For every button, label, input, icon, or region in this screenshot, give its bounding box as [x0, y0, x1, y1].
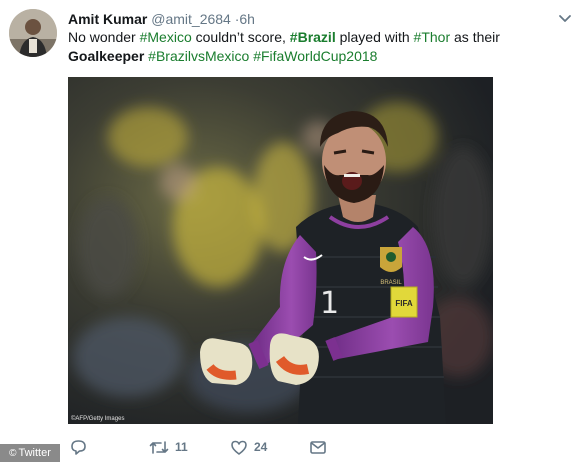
left-glove	[200, 338, 253, 385]
tweet-timestamp[interactable]: ·6h	[235, 11, 255, 27]
twitter-watermark: © Twitter	[0, 444, 60, 462]
text-fragment: played with	[335, 29, 414, 45]
hashtag-mexico[interactable]: #Mexico	[140, 29, 192, 45]
copyright-symbol: ©	[9, 447, 17, 459]
fifa-patch: FIFA	[390, 286, 418, 318]
watermark-label: Twitter	[18, 447, 51, 459]
goalkeeper-photo: BRASIL 1 FIFA	[68, 77, 493, 424]
like-count: 24	[254, 440, 268, 454]
retweet-button[interactable]: 11	[149, 436, 188, 458]
image-credit: ©AFP/Getty Images	[71, 416, 125, 422]
hashtag-brazil[interactable]: #Brazil	[290, 29, 336, 45]
reply-icon	[71, 439, 86, 455]
cbf-crest-icon: BRASIL	[380, 247, 402, 286]
dm-icon	[310, 440, 326, 454]
text-fragment: as their	[450, 29, 500, 45]
text-fragment: couldn’t score,	[191, 29, 290, 45]
chevron-down-icon[interactable]	[556, 9, 574, 27]
tweet-header: Amit Kumar @amit_2684 ·6h	[68, 10, 255, 28]
svg-text:BRASIL: BRASIL	[380, 280, 402, 286]
avatar-image	[9, 9, 57, 57]
hashtag-thor[interactable]: #Thor	[414, 29, 451, 45]
direct-message-button[interactable]	[309, 436, 327, 458]
text-fragment: Goalkeeper	[68, 48, 145, 64]
text-fragment: No wonder	[68, 29, 140, 45]
like-button[interactable]: 24	[230, 436, 267, 458]
tweet-media-image[interactable]: BRASIL 1 FIFA ©AFP/Getty Images	[68, 77, 493, 424]
retweet-count: 11	[175, 440, 188, 454]
heart-icon	[231, 440, 247, 455]
tweet-text: No wonder #Mexico couldn’t score, #Brazi…	[68, 28, 548, 66]
hashtag-fifaworldcup2018[interactable]: #FifaWorldCup2018	[253, 48, 377, 64]
tweet-actions: 11 24	[68, 436, 368, 458]
svg-text:FIFA: FIFA	[395, 299, 413, 308]
user-handle[interactable]: @amit_2684	[151, 11, 231, 27]
user-name[interactable]: Amit Kumar	[68, 11, 147, 27]
retweet-icon	[149, 440, 169, 454]
hashtag-brazilvsmexico[interactable]: #BrazilvsMexico	[148, 48, 249, 64]
avatar[interactable]	[9, 9, 57, 57]
reply-button[interactable]	[70, 436, 93, 458]
right-glove	[269, 333, 319, 385]
jersey-number: 1	[320, 286, 339, 321]
